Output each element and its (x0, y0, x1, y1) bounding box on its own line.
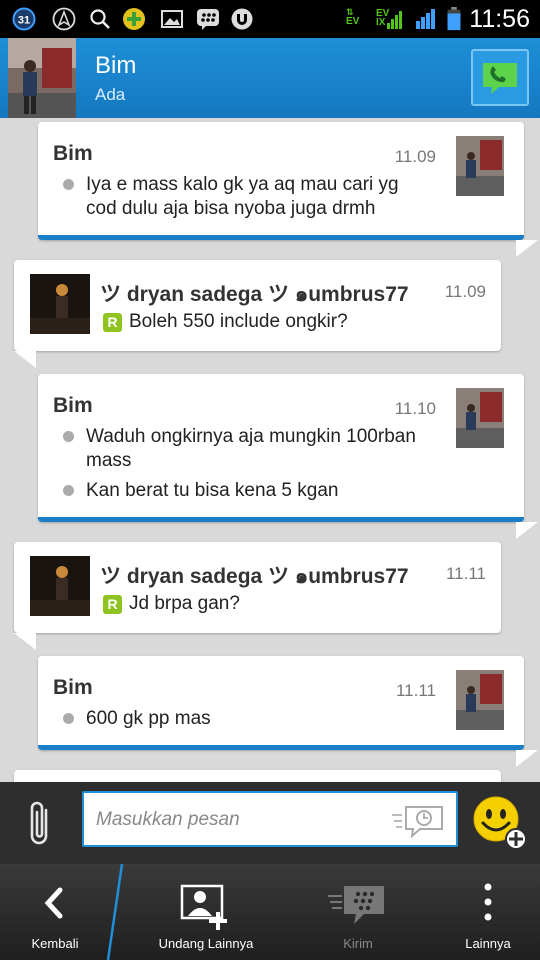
message-bubble-outgoing[interactable]: Bim 11.10 Waduh ongkirnya aja mungkin 10… (38, 374, 538, 539)
add-contact-icon (180, 884, 227, 930)
search-icon (90, 9, 110, 29)
contact-avatar[interactable] (8, 38, 76, 118)
send-button[interactable]: Kirim (296, 864, 420, 960)
signal-bars-icon-1 (387, 11, 402, 29)
message-text: 600 gk pp mas (86, 708, 211, 729)
network-indicator-1: ⇅ EV (346, 7, 360, 27)
message-bubble-incoming[interactable] (14, 770, 501, 782)
phone-icon (483, 63, 517, 94)
message-bubble-outgoing[interactable]: Bim 11.11 600 gk pp mas (38, 656, 538, 767)
chat-header: Bim Ada (0, 38, 540, 118)
message-time: 11.11 (445, 564, 486, 583)
attach-icon[interactable] (26, 798, 56, 850)
navigation-icon (52, 7, 76, 31)
more-button[interactable]: Lainnya (440, 864, 536, 960)
message-text: Jd brpa gan? (129, 593, 240, 614)
calendar-day: 31 (18, 15, 30, 27)
voice-call-button[interactable] (471, 49, 529, 106)
calendar-icon: 31 (12, 7, 36, 31)
compose-bar: Masukkan pesan (0, 782, 540, 864)
invite-more-button[interactable]: Undang Lainnya (136, 864, 276, 960)
message-time: 11.11 (395, 681, 436, 700)
bottom-action-bar: Kembali Undang Lainnya Kirim Lainnya (0, 864, 540, 960)
bbm-icon (197, 9, 219, 30)
status-bar: 31 ⇅ EV EV IX 11:56 (0, 0, 540, 38)
contact-status: Ada (95, 85, 126, 104)
message-list[interactable]: Bim 11.09 Iya e mass kalo gk ya aq mau c… (0, 118, 540, 782)
read-receipt-icon: R (103, 595, 122, 614)
back-button[interactable]: Kembali (0, 864, 110, 960)
message-bullet (63, 713, 74, 724)
message-time: 11.09 (394, 147, 436, 166)
timed-message-icon[interactable] (390, 803, 446, 839)
message-sender: Bim (53, 394, 93, 417)
bubble-tail (516, 750, 538, 767)
message-bullet (63, 179, 74, 190)
message-sender: ツ dryan sadega ツ ๑umbrus77 (100, 565, 409, 588)
message-bullet (63, 431, 74, 442)
sender-avatar (456, 670, 516, 730)
battery-icon (447, 7, 461, 31)
bubble-tail (14, 633, 36, 650)
message-sender: Bim (53, 142, 93, 165)
sender-avatar (456, 388, 516, 448)
back-label: Kembali (31, 936, 79, 951)
message-text: Kan berat tu bisa kena 5 kgan (86, 480, 339, 501)
message-text: mass (86, 450, 132, 471)
read-receipt-icon: R (103, 313, 122, 332)
invite-more-label: Undang Lainnya (158, 936, 254, 951)
contact-name: Bim (95, 52, 137, 79)
nav-divider (106, 864, 124, 960)
overflow-menu-icon (484, 883, 492, 921)
signal-bars-icon-2 (416, 9, 435, 29)
message-text: Waduh ongkirnya aja mungkin 100rban (86, 426, 416, 447)
message-bubble-outgoing[interactable]: Bim 11.09 Iya e mass kalo gk ya aq mau c… (38, 122, 538, 257)
clock: 11:56 (469, 5, 530, 33)
sender-avatar (30, 556, 90, 616)
add-app-icon (123, 8, 145, 30)
message-time: 11.10 (394, 399, 436, 418)
message-bubble-incoming[interactable]: ツ dryan sadega ツ ๑umbrus77 11.09 R Boleh… (14, 260, 501, 368)
message-bullet (63, 485, 74, 496)
torrent-icon (231, 8, 253, 30)
back-icon (44, 887, 63, 919)
sender-avatar (456, 136, 516, 196)
sender-avatar (30, 274, 90, 334)
emoticon-icon[interactable] (472, 795, 528, 851)
message-sender: ツ dryan sadega ツ ๑umbrus77 (100, 283, 409, 306)
message-text: Iya e mass kalo gk ya aq mau cari yg (86, 174, 399, 195)
message-sender: Bim (53, 676, 93, 699)
message-input[interactable]: Masukkan pesan (82, 791, 458, 847)
bubble-tail (14, 351, 36, 368)
message-bubble-incoming[interactable]: ツ dryan sadega ツ ๑umbrus77 11.11 R Jd br… (14, 542, 501, 650)
send-label: Kirim (343, 936, 373, 951)
more-label: Lainnya (465, 936, 511, 951)
message-input-placeholder: Masukkan pesan (96, 809, 240, 830)
bubble-tail (516, 522, 538, 539)
message-text: cod dulu aja bisa nyoba juga drmh (86, 198, 376, 219)
message-time: 11.09 (444, 282, 486, 301)
bubble-tail (516, 240, 538, 257)
gallery-icon (161, 10, 183, 28)
send-bbm-icon (328, 886, 384, 924)
message-text: Boleh 550 include ongkir? (129, 311, 348, 332)
